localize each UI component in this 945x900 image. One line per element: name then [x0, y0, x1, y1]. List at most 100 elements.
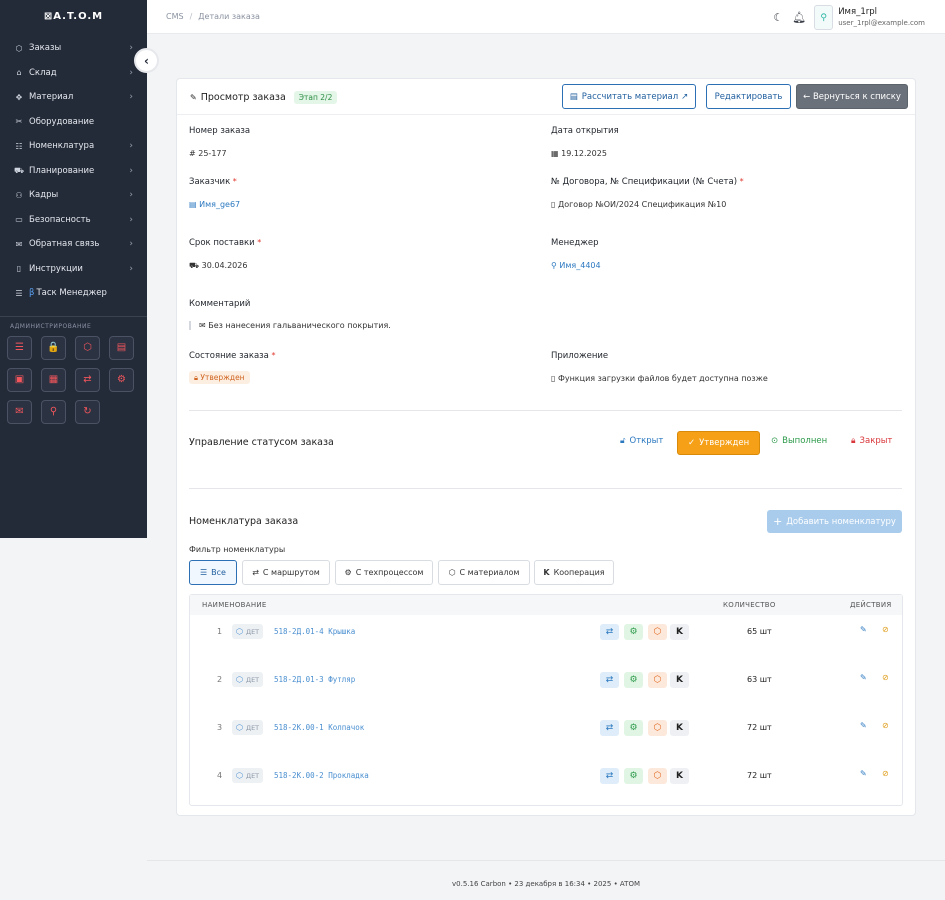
- chevron-left-icon: ‹: [144, 53, 149, 68]
- material-button[interactable]: ⬡: [648, 672, 667, 688]
- material-button[interactable]: ⬡: [648, 624, 667, 640]
- filter-all[interactable]: ☰ Все: [189, 560, 237, 585]
- header-qty: КОЛИЧЕСТВО: [723, 601, 776, 609]
- admin-button-3[interactable]: ▤: [109, 335, 134, 360]
- type-label: ДЕТ: [245, 771, 260, 780]
- table-row[interactable]: 3 ⬡ ДЕТ 518-2К.00-1 Колпачок ⇄ ⚙ ⬡ K 72 шт ✎ ⊘: [190, 711, 902, 759]
- sidebar-item-3[interactable]: ✂ Оборудование: [0, 110, 147, 135]
- sidebar-item-4[interactable]: ☷ Номенклатура ›: [0, 134, 147, 159]
- sidebar-item-label: Планирование: [29, 165, 95, 176]
- route-button[interactable]: ⇄: [600, 768, 619, 784]
- cooperation-button[interactable]: K: [670, 720, 689, 736]
- item-link[interactable]: 518-2К.00-1 Колпачок: [274, 723, 364, 732]
- status-closed-button[interactable]: 🔒︎ Закрыт: [851, 436, 892, 446]
- edit-icon[interactable]: ✎: [860, 721, 867, 730]
- filter-cooperation[interactable]: K Кооперация: [534, 560, 614, 585]
- hide-icon[interactable]: ⊘: [882, 673, 889, 682]
- sidebar-item-label: Инструкции: [29, 263, 83, 274]
- cooperation-button[interactable]: K: [670, 768, 689, 784]
- bell-icon[interactable]: 🔔︎: [792, 11, 806, 24]
- item-code: 518-2Д.01-4: [274, 627, 324, 636]
- sidebar-item-7[interactable]: ▭ Безопасность ›: [0, 208, 147, 233]
- table-row[interactable]: 2 ⬡ ДЕТ 518-2Д.01-3 Футляр ⇄ ⚙ ⬡ K 63 шт ✎ ⊘: [190, 663, 902, 711]
- item-link[interactable]: 518-2Д.01-4 Крышка: [274, 627, 355, 636]
- techprocess-button[interactable]: ⚙: [624, 624, 643, 640]
- techprocess-button[interactable]: ⚙: [624, 672, 643, 688]
- sidebar-item-8[interactable]: ✉ Обратная связь ›: [0, 232, 147, 257]
- admin-button-1[interactable]: 🔒: [41, 335, 66, 360]
- admin-button-10[interactable]: ↻: [75, 399, 100, 424]
- item-link[interactable]: 518-2К.00-2 Прокладка: [274, 771, 369, 780]
- techprocess-button[interactable]: ⚙: [624, 768, 643, 784]
- moon-icon[interactable]: ☾: [773, 11, 783, 24]
- admin-button-8[interactable]: ✉: [7, 399, 32, 424]
- row-index: 1: [217, 627, 223, 636]
- status-open-button[interactable]: 🔓︎ Открыт: [620, 436, 663, 446]
- sidebar-item-5[interactable]: ⛟ Планирование ›: [0, 159, 147, 184]
- admin-button-2[interactable]: ⬡: [75, 335, 100, 360]
- edit-icon[interactable]: ✎: [860, 625, 867, 634]
- cube-icon: ⬡: [448, 568, 456, 577]
- admin-button-4[interactable]: ▣: [7, 367, 32, 392]
- hide-icon[interactable]: ⊘: [882, 721, 889, 730]
- comment-label: Комментарий: [189, 299, 251, 309]
- sidebar-item-9[interactable]: ▯ Инструкции ›: [0, 257, 147, 282]
- calculate-material-button[interactable]: ▤ Рассчитать материал ↗: [562, 84, 696, 109]
- sidebar-item-0[interactable]: ⬡ Заказы ›: [0, 36, 147, 61]
- filter-material[interactable]: ⬡ С материалом: [438, 560, 530, 585]
- footer-text: v0.5.16 Carbon • 23 декабря в 16:34 • 20…: [452, 880, 640, 888]
- cooperation-button[interactable]: K: [670, 624, 689, 640]
- sidebar-item-6[interactable]: ⚇ Кадры ›: [0, 183, 147, 208]
- app-logo[interactable]: ⊠A.T.O.M: [0, 0, 147, 32]
- status-open-label: Открыт: [629, 436, 664, 446]
- sidebar-collapse-button[interactable]: ‹: [134, 48, 159, 73]
- techprocess-button[interactable]: ⚙: [624, 720, 643, 736]
- add-nomenclature-button[interactable]: + Добавить номенклатуру: [767, 510, 902, 533]
- admin-button-0[interactable]: ☰: [7, 335, 32, 360]
- route-button[interactable]: ⇄: [600, 624, 619, 640]
- truck-icon: ⛟: [13, 165, 25, 175]
- table-header: НАИМЕНОВАНИЕ КОЛИЧЕСТВО ДЕЙСТВИЯ: [190, 595, 902, 615]
- item-link[interactable]: 518-2Д.01-3 Футляр: [274, 675, 355, 684]
- edit-icon[interactable]: ✎: [860, 769, 867, 778]
- manager-link[interactable]: ⚲ Имя_4404: [551, 261, 601, 270]
- material-button[interactable]: ⬡: [648, 768, 667, 784]
- calculate-material-label: Рассчитать материал: [581, 91, 679, 102]
- manager-label: Менеджер: [551, 238, 599, 248]
- status-approved-button[interactable]: ✓ Утвержден: [677, 431, 761, 455]
- hide-icon[interactable]: ⊘: [882, 625, 889, 634]
- admin-button-5[interactable]: ▦: [41, 367, 66, 392]
- gear-icon: ⚙: [629, 771, 638, 781]
- cooperation-button[interactable]: K: [670, 672, 689, 688]
- box-icon: ⬡: [15, 43, 23, 53]
- user-name: Имя_1rpl: [838, 6, 877, 17]
- table-row[interactable]: 4 ⬡ ДЕТ 518-2К.00-2 Прокладка ⇄ ⚙ ⬡ K 72 шт ✎ ⊘: [190, 759, 902, 807]
- edit-icon[interactable]: ✎: [860, 673, 867, 682]
- sidebar-item-10[interactable]: ☰ β Таск Менеджер: [0, 281, 147, 306]
- edit-button[interactable]: Редактировать: [706, 84, 791, 109]
- route-button[interactable]: ⇄: [600, 672, 619, 688]
- hash-icon: #: [189, 149, 196, 158]
- route-button[interactable]: ⇄: [600, 720, 619, 736]
- admin-button-7[interactable]: ⚙: [109, 367, 134, 392]
- sidebar-item-2[interactable]: ✥ Материал ›: [0, 85, 147, 110]
- status-done-button[interactable]: ⊙ Выполнен: [771, 436, 827, 446]
- user-info[interactable]: Имя_1rpl user_1rpl@example.com: [838, 7, 925, 29]
- filter-techprocess[interactable]: ⚙ С техпроцессом: [335, 560, 433, 585]
- hide-icon[interactable]: ⊘: [882, 769, 889, 778]
- state-label: Состояние заказа *: [189, 351, 276, 361]
- avatar[interactable]: ⚲: [814, 5, 834, 30]
- admin-button-6[interactable]: ⇄: [75, 367, 100, 392]
- chevron-right-icon: ›: [129, 67, 133, 78]
- back-to-list-button[interactable]: ← Вернуться к списку: [796, 84, 908, 109]
- sidebar-item-1[interactable]: ⌂ Склад ›: [0, 61, 147, 86]
- admin-button-9[interactable]: ⚲: [41, 399, 66, 424]
- customer-link[interactable]: ▤ Имя_ge67: [189, 200, 240, 209]
- topbar-actions: ☾ 🔔︎ ⚲ Имя_1rpl user_1rpl@example.com: [764, 5, 925, 30]
- unlock-icon: 🔓︎: [620, 436, 626, 446]
- table-row[interactable]: 1 ⬡ ДЕТ 518-2Д.01-4 Крышка ⇄ ⚙ ⬡ K 65 шт ✎ ⊘: [190, 615, 902, 663]
- breadcrumb-root[interactable]: CMS: [166, 12, 184, 21]
- filter-route[interactable]: ⇄ С маршрутом: [242, 560, 330, 585]
- attachment-text: Функция загрузки файлов будет доступна п…: [557, 374, 768, 383]
- material-button[interactable]: ⬡: [648, 720, 667, 736]
